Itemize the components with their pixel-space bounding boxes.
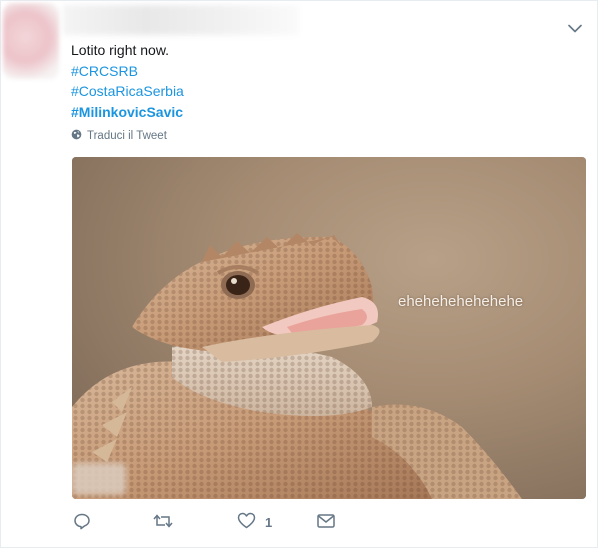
hashtag-link[interactable]: #CRCSRB (71, 61, 571, 82)
reply-icon (73, 512, 91, 533)
like-button[interactable]: 1 (237, 512, 317, 532)
tweet-image[interactable]: ehehehehehehehe (72, 157, 586, 499)
reply-button[interactable] (73, 512, 153, 533)
globe-icon (71, 129, 82, 143)
media-badge (72, 463, 126, 495)
envelope-icon (317, 513, 335, 531)
tweet-text: Lotito right now. #CRCSRB #CostaRicaSerb… (71, 40, 571, 122)
hashtag-link[interactable]: #MilinkovicSavic (71, 102, 571, 123)
translate-tweet-link[interactable]: Traduci il Tweet (71, 129, 167, 143)
tweet-actions: 1 (73, 511, 335, 533)
lizard-image (72, 157, 586, 499)
author-name[interactable] (63, 5, 299, 35)
translate-label: Traduci il Tweet (87, 130, 167, 142)
like-count: 1 (265, 514, 273, 530)
meme-caption: ehehehehehehehe (398, 293, 524, 310)
retweet-icon (153, 513, 173, 532)
tweet-menu-button[interactable] (565, 19, 585, 39)
retweet-button[interactable] (153, 513, 237, 532)
avatar[interactable] (3, 3, 59, 79)
direct-message-button[interactable] (317, 513, 335, 531)
tweet-card: Lotito right now. #CRCSRB #CostaRicaSerb… (0, 0, 598, 548)
chevron-down-icon (568, 20, 582, 38)
hashtag-link[interactable]: #CostaRicaSerbia (71, 81, 571, 102)
heart-icon (237, 512, 256, 532)
tweet-body: Lotito right now. (71, 42, 170, 58)
